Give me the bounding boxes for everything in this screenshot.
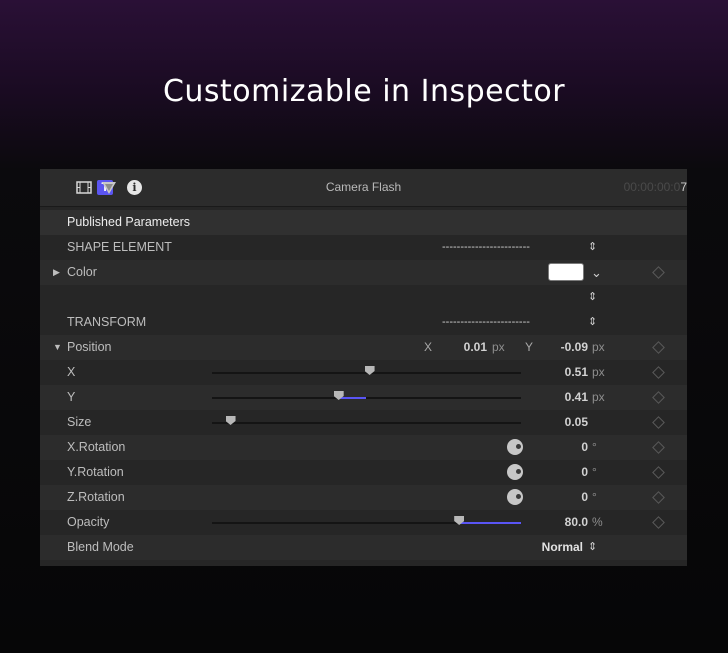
transform-popup[interactable]: ------------------------ <box>442 310 530 335</box>
blend-mode-popup[interactable]: Normal <box>542 535 583 560</box>
param-y-row: Y 0.41 px <box>40 385 687 410</box>
shape-element-popup[interactable]: ------------------------ <box>442 235 530 260</box>
param-x-label: X <box>67 365 76 379</box>
color-swatch[interactable] <box>548 263 584 281</box>
color-label: Color <box>67 265 97 279</box>
transform-popup-chevron[interactable]: ⇕ <box>588 310 597 335</box>
timecode-last-digit: 7 <box>680 180 687 194</box>
shape-element-label: SHAPE ELEMENT <box>67 240 172 254</box>
param-y-rotation-unit: ° <box>592 465 597 479</box>
timecode: 00:00:00:07 <box>613 180 687 194</box>
keyframe-button-icon[interactable] <box>652 416 665 429</box>
param-x-rotation-row: X.Rotation 0 ° <box>40 435 687 460</box>
shape-element-row: SHAPE ELEMENT ------------------------ ⇕ <box>40 235 687 260</box>
param-z-rotation-row: Z.Rotation 0 ° <box>40 485 687 510</box>
keyframe-button-icon[interactable] <box>652 441 665 454</box>
param-opacity-value[interactable]: 80.0 <box>565 510 588 535</box>
param-y-label: Y <box>67 390 76 404</box>
param-size-value[interactable]: 0.05 <box>565 410 588 435</box>
shape-element-popup-chevron[interactable]: ⇕ <box>588 235 597 260</box>
param-opacity-slider[interactable] <box>212 516 521 525</box>
param-size-slider[interactable] <box>212 416 521 425</box>
position-x-value[interactable]: 0.01 <box>464 335 487 360</box>
keyframe-button-icon[interactable] <box>652 516 665 529</box>
param-z-rotation-unit: ° <box>592 490 597 504</box>
keyframe-button-icon[interactable] <box>652 391 665 404</box>
param-size-label: Size <box>67 415 92 429</box>
clip-title: Camera Flash <box>325 180 402 194</box>
color-row: ▶ Color ⌄ <box>40 260 687 285</box>
rotation-dial-icon[interactable] <box>507 464 523 480</box>
param-x-value[interactable]: 0.51 <box>565 360 588 385</box>
param-y-rotation-row: Y.Rotation 0 ° <box>40 460 687 485</box>
transform-row: TRANSFORM ------------------------ ⇕ <box>40 310 687 335</box>
param-z-rotation-value[interactable]: 0 <box>581 485 588 510</box>
position-x-unit: px <box>492 340 505 354</box>
color-popup-chevron[interactable]: ⇕ <box>588 285 597 310</box>
keyframe-button-icon[interactable] <box>652 491 665 504</box>
param-y-slider[interactable] <box>212 391 521 400</box>
rotation-dial-icon[interactable] <box>507 439 523 455</box>
color-subrow: ⇕ <box>40 285 687 310</box>
color-chevron-icon[interactable]: ⌄ <box>591 260 602 285</box>
transform-label: TRANSFORM <box>67 315 147 329</box>
keyframe-button-icon[interactable] <box>652 266 665 279</box>
position-label: Position <box>67 340 112 354</box>
param-x-rotation-unit: ° <box>592 440 597 454</box>
param-size-slider-thumb[interactable] <box>225 416 236 425</box>
published-parameters-label: Published Parameters <box>67 215 190 229</box>
disclosure-closed-icon[interactable]: ▶ <box>53 260 60 285</box>
disclosure-open-icon[interactable]: ▼ <box>53 335 62 360</box>
param-x-unit: px <box>592 365 605 379</box>
param-x-slider-thumb[interactable] <box>364 366 375 375</box>
keyframe-button-icon[interactable] <box>652 341 665 354</box>
param-y-slider-fill <box>338 397 367 399</box>
param-y-rotation-value[interactable]: 0 <box>581 460 588 485</box>
blend-mode-popup-chevron[interactable]: ⇕ <box>588 535 597 560</box>
param-opacity-label: Opacity <box>67 515 110 529</box>
param-size-row: Size 0.05 <box>40 410 687 435</box>
headline: Customizable in Inspector <box>162 74 566 109</box>
param-z-rotation-label: Z.Rotation <box>67 490 125 504</box>
published-parameters-header: Published Parameters <box>40 210 687 235</box>
position-y-value[interactable]: -0.09 <box>561 335 588 360</box>
param-blend-mode-label: Blend Mode <box>67 540 134 554</box>
param-x-row: X 0.51 px <box>40 360 687 385</box>
position-x-label: X <box>424 340 433 354</box>
rotation-dial-icon[interactable] <box>507 489 523 505</box>
param-x-slider[interactable] <box>212 366 521 375</box>
param-y-rotation-label: Y.Rotation <box>67 465 124 479</box>
param-opacity-unit: % <box>592 515 603 529</box>
position-row: ▼ Position X 0.01 px Y -0.09 px <box>40 335 687 360</box>
param-y-value[interactable]: 0.41 <box>565 385 588 410</box>
timecode-dim: 00:00:00:0 <box>623 180 681 194</box>
keyframe-button-icon[interactable] <box>652 366 665 379</box>
param-y-unit: px <box>592 390 605 404</box>
keyframe-button-icon[interactable] <box>652 466 665 479</box>
param-x-rotation-label: X.Rotation <box>67 440 126 454</box>
param-opacity-row: Opacity 80.0 % <box>40 510 687 535</box>
position-y-label: Y <box>525 340 534 354</box>
param-blend-mode-row: Blend Mode Normal ⇕ <box>40 535 687 560</box>
param-x-rotation-value[interactable]: 0 <box>581 435 588 460</box>
inspector-toolbar: T i Camera Flash 00:00:00:07 <box>40 169 687 207</box>
inspector-panel: T i Camera Flash 00:00:00:07 Published P… <box>40 169 687 566</box>
position-y-unit: px <box>592 340 605 354</box>
param-opacity-slider-fill <box>459 522 521 524</box>
